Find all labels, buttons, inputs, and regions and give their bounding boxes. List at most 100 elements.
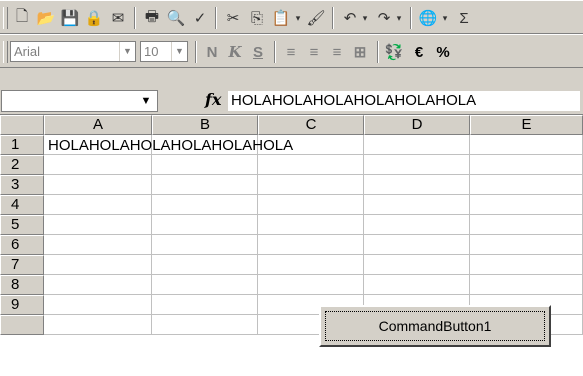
print-preview-icon[interactable]: 🔍: [164, 6, 188, 30]
email-icon[interactable]: ✉: [106, 6, 130, 30]
cell[interactable]: [470, 235, 583, 255]
cell[interactable]: [258, 255, 364, 275]
cell[interactable]: [470, 275, 583, 295]
insert-hyperlink-icon[interactable]: 🌐: [416, 6, 440, 30]
spelling-icon[interactable]: ✓: [188, 6, 212, 30]
cell[interactable]: [44, 215, 152, 235]
cell[interactable]: [364, 235, 470, 255]
toolbar-grip[interactable]: [3, 7, 8, 29]
toolbar-separator: [377, 41, 379, 63]
select-all-corner[interactable]: [0, 115, 44, 135]
hyperlink-dropdown-icon[interactable]: ▾: [440, 6, 450, 30]
font-size-combo[interactable]: 10 ▼: [140, 41, 188, 62]
chevron-down-icon[interactable]: ▼: [137, 91, 155, 111]
cell[interactable]: [258, 215, 364, 235]
fx-icon[interactable]: fx: [205, 90, 221, 109]
cell[interactable]: [258, 235, 364, 255]
italic-button[interactable]: K: [224, 40, 246, 64]
cell[interactable]: [364, 215, 470, 235]
cell[interactable]: [152, 235, 258, 255]
cell[interactable]: [152, 275, 258, 295]
copy-icon[interactable]: ⎘: [245, 6, 269, 30]
column-header-c[interactable]: C: [258, 115, 364, 135]
cell[interactable]: [152, 175, 258, 195]
cell-a1[interactable]: HOLAHOLAHOLAHOLAHOLAHOLA: [48, 136, 293, 155]
row-header[interactable]: 5: [0, 215, 44, 235]
underline-button[interactable]: S: [247, 40, 269, 64]
euro-button[interactable]: €: [408, 40, 430, 64]
cell[interactable]: [44, 295, 152, 315]
command-button[interactable]: CommandButton1: [319, 305, 551, 347]
cell[interactable]: [152, 195, 258, 215]
row-header[interactable]: 6: [0, 235, 44, 255]
cell[interactable]: [364, 135, 470, 155]
font-name-combo[interactable]: Arial ▼: [10, 41, 136, 62]
cell[interactable]: [258, 155, 364, 175]
name-box[interactable]: ▼: [1, 90, 158, 112]
undo-dropdown-icon[interactable]: ▾: [360, 6, 370, 30]
row-header[interactable]: 2: [0, 155, 44, 175]
column-header-d[interactable]: D: [364, 115, 470, 135]
currency-icon[interactable]: 💱: [383, 40, 405, 64]
cell[interactable]: [364, 195, 470, 215]
redo-dropdown-icon[interactable]: ▾: [394, 6, 404, 30]
cell[interactable]: [470, 175, 583, 195]
chevron-down-icon[interactable]: ▼: [171, 42, 187, 61]
cell[interactable]: [152, 315, 258, 335]
cell[interactable]: [470, 135, 583, 155]
cell[interactable]: [258, 275, 364, 295]
cell[interactable]: [470, 195, 583, 215]
merge-center-icon[interactable]: ⊞: [349, 40, 371, 64]
cell[interactable]: [44, 275, 152, 295]
undo-icon[interactable]: ↶: [338, 6, 362, 30]
chevron-down-icon[interactable]: ▼: [119, 42, 135, 61]
paste-dropdown-icon[interactable]: ▾: [293, 6, 303, 30]
cell[interactable]: [44, 255, 152, 275]
row-header[interactable]: 3: [0, 175, 44, 195]
paste-icon[interactable]: 📋: [269, 6, 293, 30]
cell[interactable]: [364, 275, 470, 295]
toolbar-grip[interactable]: [3, 41, 8, 63]
cell[interactable]: [364, 155, 470, 175]
permission-icon[interactable]: 🔒: [82, 6, 106, 30]
open-icon[interactable]: 📂: [34, 6, 58, 30]
cell[interactable]: [152, 155, 258, 175]
cell[interactable]: [44, 155, 152, 175]
row-header[interactable]: 9: [0, 295, 44, 315]
formula-input[interactable]: HOLAHOLAHOLAHOLAHOLAHOLA: [228, 91, 580, 111]
align-right-icon[interactable]: ≡: [326, 40, 348, 64]
row-header[interactable]: [0, 315, 44, 335]
column-header-b[interactable]: B: [152, 115, 258, 135]
align-left-icon[interactable]: ≡: [280, 40, 302, 64]
cell[interactable]: [470, 155, 583, 175]
row-header[interactable]: 1: [0, 135, 44, 155]
redo-icon[interactable]: ↷: [372, 6, 396, 30]
row-header[interactable]: 8: [0, 275, 44, 295]
cell[interactable]: [152, 255, 258, 275]
cell[interactable]: [44, 195, 152, 215]
percent-button[interactable]: %: [432, 40, 454, 64]
cell[interactable]: [44, 175, 152, 195]
row-header[interactable]: 7: [0, 255, 44, 275]
cut-icon[interactable]: ✂: [221, 6, 245, 30]
format-painter-icon[interactable]: 🖌: [304, 6, 328, 30]
cell[interactable]: [44, 235, 152, 255]
save-icon[interactable]: 💾: [58, 6, 82, 30]
cell[interactable]: [364, 175, 470, 195]
cell[interactable]: [364, 255, 470, 275]
row-header[interactable]: 4: [0, 195, 44, 215]
column-header-a[interactable]: A: [44, 115, 152, 135]
align-center-icon[interactable]: ≡: [303, 40, 325, 64]
autosum-icon[interactable]: Σ: [452, 6, 476, 30]
print-icon[interactable]: 🖶: [140, 6, 164, 30]
cell[interactable]: [44, 315, 152, 335]
cell[interactable]: [258, 175, 364, 195]
column-header-e[interactable]: E: [470, 115, 583, 135]
cell[interactable]: [152, 215, 258, 235]
cell[interactable]: [470, 255, 583, 275]
cell[interactable]: [258, 195, 364, 215]
cell[interactable]: [470, 215, 583, 235]
bold-button[interactable]: N: [201, 40, 223, 64]
cell[interactable]: [152, 295, 258, 315]
new-icon[interactable]: 🗋: [10, 6, 34, 30]
